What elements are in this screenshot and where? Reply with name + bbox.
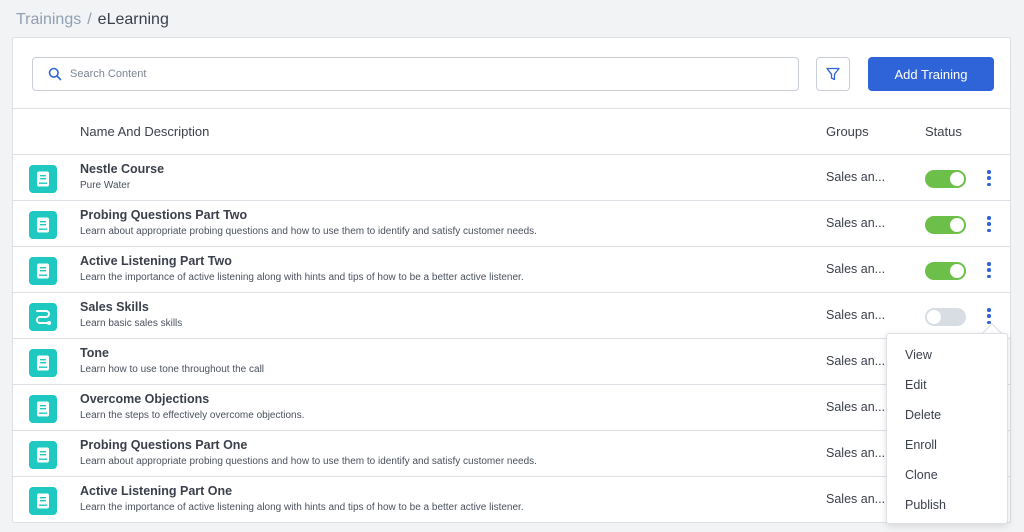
add-training-button[interactable]: Add Training	[868, 57, 994, 91]
training-title[interactable]: Probing Questions Part Two	[80, 208, 247, 222]
status-toggle[interactable]	[925, 170, 966, 188]
table-row[interactable]: Probing Questions Part One Learn about ap…	[13, 431, 1010, 477]
training-title[interactable]: Tone	[80, 346, 109, 360]
filter-icon	[826, 67, 840, 81]
column-header-status: Status	[925, 124, 962, 139]
training-title[interactable]: Active Listening Part One	[80, 484, 232, 498]
status-toggle[interactable]	[925, 216, 966, 234]
table-row[interactable]: Probing Questions Part Two Learn about ap…	[13, 201, 1010, 247]
status-toggle[interactable]	[925, 262, 966, 280]
training-groups: Sales an...	[826, 262, 886, 276]
breadcrumb: Trainings / eLearning	[16, 11, 169, 29]
training-description: Learn about appropriate probing question…	[80, 226, 537, 237]
training-groups: Sales an...	[826, 170, 886, 184]
training-description: Pure Water	[80, 180, 131, 191]
training-title[interactable]: Overcome Objections	[80, 392, 209, 406]
training-groups: Sales an...	[826, 354, 886, 368]
table-row[interactable]: Tone Learn how to use tone throughout the…	[13, 339, 1010, 385]
book-icon	[29, 349, 57, 377]
book-icon	[29, 441, 57, 469]
training-title[interactable]: Active Listening Part Two	[80, 254, 232, 268]
menu-item-view[interactable]: View	[887, 340, 1007, 370]
column-header-name: Name And Description	[80, 124, 210, 139]
training-description: Learn the importance of active listening…	[80, 502, 524, 513]
training-groups: Sales an...	[826, 492, 886, 506]
breadcrumb-link-trainings[interactable]: Trainings	[16, 11, 81, 29]
toolbar: Add Training	[13, 38, 1010, 109]
training-groups: Sales an...	[826, 308, 886, 322]
column-header-groups: Groups	[826, 124, 869, 139]
training-description: Learn how to use tone throughout the cal…	[80, 364, 265, 375]
context-menu: View Edit Delete Enroll Clone Publish	[886, 333, 1008, 524]
training-title[interactable]: Sales Skills	[80, 300, 149, 314]
table-row[interactable]: Sales Skills Learn basic sales skills Sale…	[13, 293, 1010, 339]
search-input[interactable]	[70, 68, 770, 80]
training-title[interactable]: Probing Questions Part One	[80, 438, 247, 452]
menu-item-clone[interactable]: Clone	[887, 460, 1007, 490]
filter-button[interactable]	[816, 57, 850, 91]
book-icon	[29, 165, 57, 193]
status-toggle[interactable]	[925, 308, 966, 326]
table-row[interactable]: Active Listening Part One Learn the impor…	[13, 477, 1010, 522]
training-description: Learn about appropriate probing question…	[80, 456, 537, 467]
training-description: Learn basic sales skills	[80, 318, 183, 329]
table-row[interactable]: Active Listening Part Two Learn the impor…	[13, 247, 1010, 293]
search-icon	[48, 67, 62, 81]
menu-item-publish[interactable]: Publish	[887, 490, 1007, 520]
more-options-icon[interactable]	[983, 260, 995, 280]
training-list: Nestle Course Pure Water Sales an... Probin…	[13, 155, 1010, 522]
training-description: Learn the steps to effectively overcome …	[80, 410, 305, 421]
toggle-knob	[927, 310, 941, 324]
menu-item-edit[interactable]: Edit	[887, 370, 1007, 400]
breadcrumb-current: eLearning	[97, 11, 169, 28]
path-icon	[29, 303, 57, 331]
toggle-knob	[950, 218, 964, 232]
book-icon	[29, 211, 57, 239]
training-groups: Sales an...	[826, 216, 886, 230]
table-header: Name And Description Groups Status	[13, 109, 1010, 155]
trainings-card: Add Training Name And Description Groups…	[12, 37, 1011, 523]
table-row[interactable]: Overcome Objections Learn the steps to ef…	[13, 385, 1010, 431]
more-options-icon[interactable]	[983, 306, 995, 326]
table-row[interactable]: Nestle Course Pure Water Sales an...	[13, 155, 1010, 201]
training-description: Learn the importance of active listening…	[80, 272, 524, 283]
book-icon	[29, 257, 57, 285]
toggle-knob	[950, 172, 964, 186]
more-options-icon[interactable]	[983, 214, 995, 234]
book-icon	[29, 487, 57, 515]
training-groups: Sales an...	[826, 400, 886, 414]
training-title[interactable]: Nestle Course	[80, 162, 164, 176]
toggle-knob	[950, 264, 964, 278]
menu-item-delete[interactable]: Delete	[887, 400, 1007, 430]
training-groups: Sales an...	[826, 446, 886, 460]
book-icon	[29, 395, 57, 423]
menu-item-enroll[interactable]: Enroll	[887, 430, 1007, 460]
more-options-icon[interactable]	[983, 168, 995, 188]
search-box[interactable]	[32, 57, 799, 91]
breadcrumb-separator: /	[87, 11, 92, 28]
